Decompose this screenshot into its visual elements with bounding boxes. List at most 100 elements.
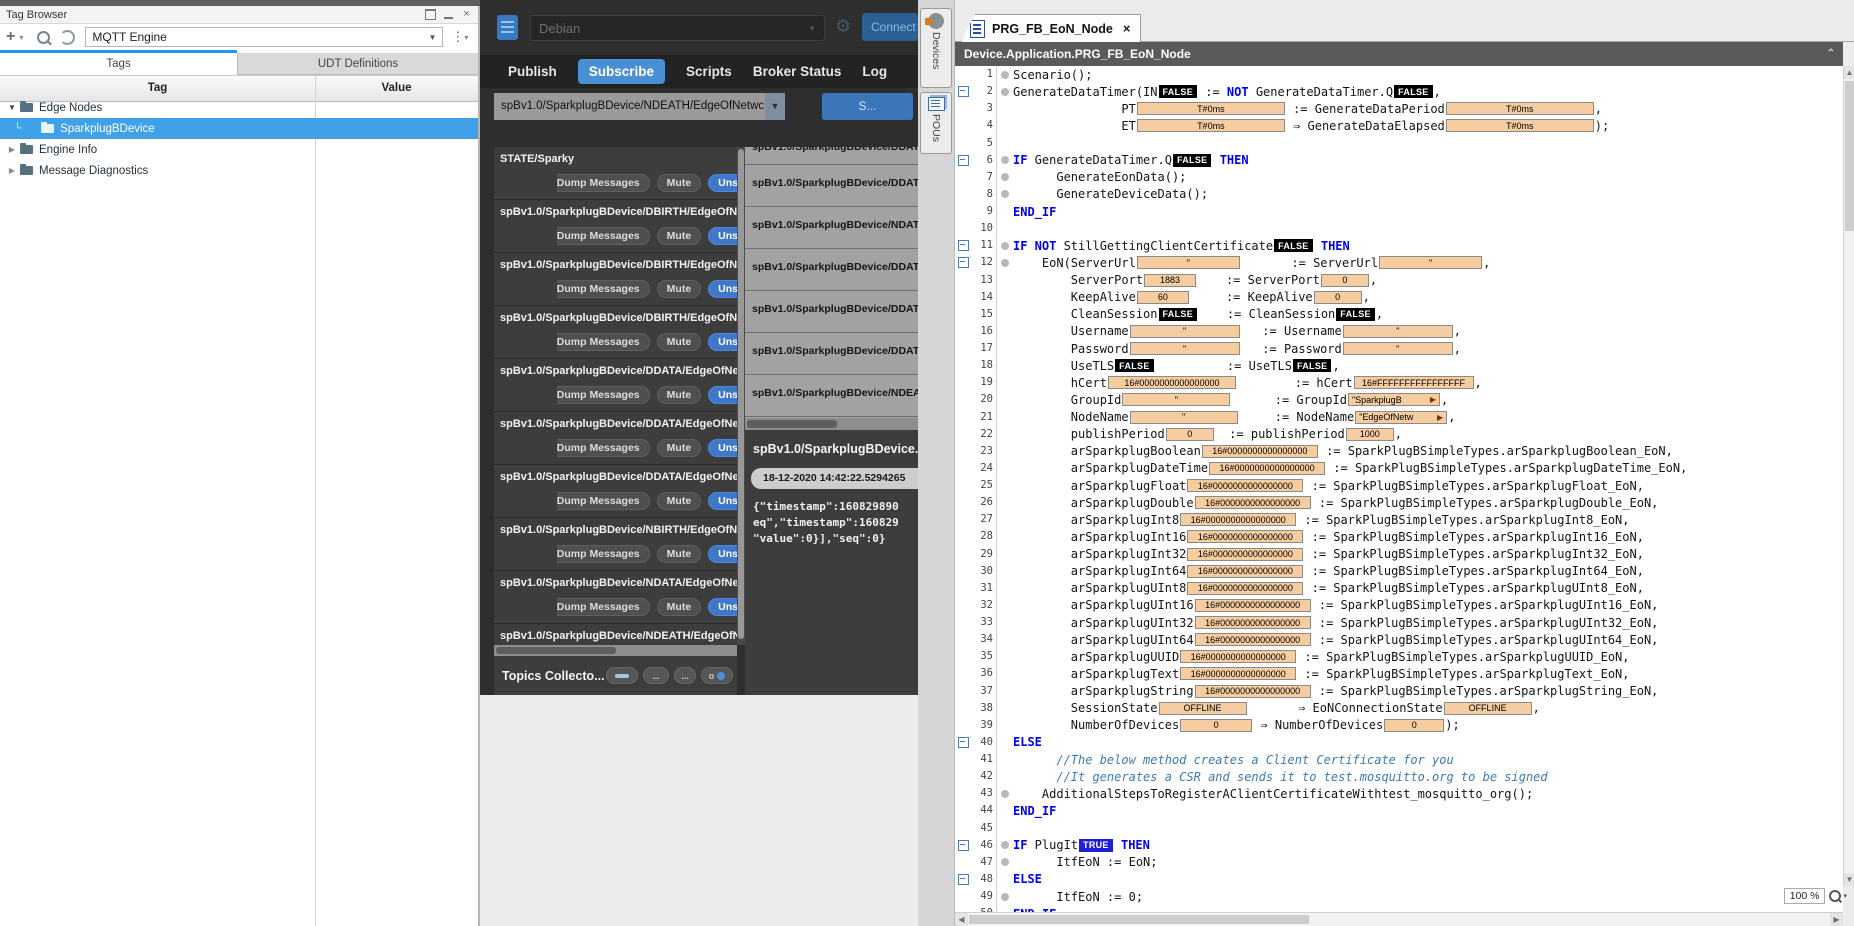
mute-button[interactable]: Mute xyxy=(657,280,702,298)
code-line[interactable]: 28 arSparkplugInt1616#0000000000000000 :… xyxy=(955,528,1843,545)
side-tab-devices[interactable]: Devices xyxy=(920,8,952,88)
unsubscribe-button[interactable]: Uns xyxy=(708,492,737,510)
gear-icon[interactable]: ⚙ xyxy=(835,16,851,37)
mute-button[interactable]: Mute xyxy=(657,333,702,351)
breakpoint-column[interactable] xyxy=(997,841,1013,849)
mute-button[interactable]: Mute xyxy=(657,492,702,510)
code-line[interactable]: 23 arSparkplugBoolean16#0000000000000000… xyxy=(955,443,1843,460)
close-icon[interactable]: × xyxy=(461,9,472,20)
unsubscribe-button[interactable]: Uns xyxy=(708,545,737,563)
code-line[interactable]: 46IF PlugItTRUE THEN xyxy=(955,837,1843,854)
message-row[interactable]: spBv1.0/SparkplugBDevice/DDAT xyxy=(745,165,918,207)
message-list-scrollbar[interactable] xyxy=(745,418,918,430)
code-line[interactable]: 43 AdditionalStepsToRegisterAClientCerti… xyxy=(955,785,1843,802)
tab-tags[interactable]: Tags xyxy=(0,53,237,75)
breakpoint-column[interactable] xyxy=(997,242,1013,250)
fold-collapse-icon[interactable] xyxy=(958,737,969,748)
subscription-row[interactable]: spBv1.0/SparkplugBDevice/DBIRTH/EdgeOfNe… xyxy=(494,306,737,359)
minimize-icon[interactable] xyxy=(444,17,453,19)
collector-toggle-button[interactable]: o xyxy=(701,667,733,684)
code-line[interactable]: 30 arSparkplugInt6416#0000000000000000 :… xyxy=(955,563,1843,580)
fold-collapse-icon[interactable] xyxy=(958,86,969,97)
unsubscribe-button[interactable]: Uns xyxy=(708,174,737,192)
scroll-up-icon[interactable]: ▲ xyxy=(1844,66,1854,79)
code-line[interactable]: 40ELSE xyxy=(955,734,1843,751)
mqtt-tab-scripts[interactable]: Scripts xyxy=(686,64,732,79)
breakpoint-column[interactable] xyxy=(997,173,1013,181)
collapse-arrow-icon[interactable]: ▶ xyxy=(6,145,18,154)
collapse-arrow-icon[interactable]: ▶ xyxy=(6,166,18,175)
editor-horizontal-scrollbar[interactable]: ◀ ▶ xyxy=(955,912,1843,926)
code-line[interactable]: 41 //The below method creates a Client C… xyxy=(955,751,1843,768)
monitor-value-expandable[interactable]: "SparkplugB▶ xyxy=(1348,393,1440,406)
code-line[interactable]: 31 arSparkplugUInt816#0000000000000000 :… xyxy=(955,580,1843,597)
code-line[interactable]: 4 ETT#0ms ⇒ GenerateDataElapsedT#0ms); xyxy=(955,117,1843,134)
connection-profile-combo[interactable]: Debian ▼ xyxy=(530,15,825,41)
code-line[interactable]: 48ELSE xyxy=(955,871,1843,888)
code-line[interactable]: 10 xyxy=(955,220,1843,237)
code-line[interactable]: 39 NumberOfDevices0 ⇒ NumberOfDevices0); xyxy=(955,717,1843,734)
subscription-row[interactable]: spBv1.0/SparkplugBDevice/DBIRTH/EdgeOfNe… xyxy=(494,200,737,253)
code-line[interactable]: 13 ServerPort1883 := ServerPort0, xyxy=(955,272,1843,289)
subscription-row[interactable]: spBv1.0/SparkplugBDevice/NDATA/EdgeOfNet… xyxy=(494,571,737,624)
unsubscribe-button[interactable]: Uns xyxy=(708,439,737,457)
mute-button[interactable]: Mute xyxy=(657,598,702,616)
breakpoint-column[interactable] xyxy=(997,790,1013,798)
code-line[interactable]: 24 arSparkplugDateTime16#000000000000000… xyxy=(955,460,1843,477)
unsubscribe-button[interactable]: Uns xyxy=(708,386,737,404)
code-line[interactable]: 50END_IF xyxy=(955,905,1843,912)
unsubscribe-button[interactable]: Uns xyxy=(708,280,737,298)
dump-messages-button[interactable]: Dump Messages xyxy=(557,598,650,616)
subscription-row[interactable]: spBv1.0/SparkplugBDevice/DDATA/EdgeOfNet… xyxy=(494,465,737,518)
monitor-value-expandable[interactable]: "EdgeOfNetw▶ xyxy=(1355,411,1447,424)
code-line[interactable]: 1Scenario(); xyxy=(955,66,1843,83)
mqtt-tab-subscribe[interactable]: Subscribe xyxy=(578,59,665,84)
editor-vertical-scrollbar[interactable]: ▲ ▼ xyxy=(1843,66,1854,886)
more-options-caret-icon[interactable]: ▾ xyxy=(464,33,468,42)
code-line[interactable]: 35 arSparkplugUUID16#0000000000000000 :=… xyxy=(955,648,1843,665)
dump-messages-button[interactable]: Dump Messages xyxy=(557,545,650,563)
code-line[interactable]: 44END_IF xyxy=(955,802,1843,819)
fold-collapse-icon[interactable] xyxy=(958,240,969,251)
zoom-caret-icon[interactable]: ▾ xyxy=(1843,892,1847,900)
fold-collapse-icon[interactable] xyxy=(958,840,969,851)
message-row[interactable]: spBv1.0/SparkplugBDevice/DDAT xyxy=(745,333,918,375)
mqtt-tab-broker-status[interactable]: Broker Status xyxy=(753,64,842,79)
collector-more-button[interactable]: ... xyxy=(643,667,669,684)
mute-button[interactable]: Mute xyxy=(657,386,702,404)
zoom-magnifier-icon[interactable] xyxy=(1829,890,1841,902)
subscription-row[interactable]: spBv1.0/SparkplugBDevice/DDATA/EdgeOfNet… xyxy=(494,359,737,412)
add-tag-caret-icon[interactable]: ▾ xyxy=(19,33,23,42)
tag-provider-combo[interactable]: MQTT Engine ▼ xyxy=(85,27,443,47)
code-line[interactable]: 17 Password" := Password", xyxy=(955,340,1843,357)
subscription-row[interactable]: spBv1.0/SparkplugBDevice/NDEATH/EdgeOfNe… xyxy=(494,624,737,645)
code-line[interactable]: 32 arSparkplugUInt1616#0000000000000000 … xyxy=(955,597,1843,614)
code-line[interactable]: 20 GroupId" := GroupId"SparkplugB▶, xyxy=(955,391,1843,408)
message-row[interactable]: spBv1.0/SparkplugBDevice/DDAT xyxy=(745,249,918,291)
code-area[interactable]: 1Scenario();2GenerateDataTimer(INFALSE :… xyxy=(955,66,1843,912)
unsubscribe-button[interactable]: Uns xyxy=(708,227,737,245)
subscription-row[interactable]: spBv1.0/SparkplugBDevice/NBIRTH/EdgeOfNe… xyxy=(494,518,737,571)
scroll-down-icon[interactable]: ▼ xyxy=(1844,873,1854,886)
subscription-row[interactable]: spBv1.0/SparkplugBDevice/DBIRTH/EdgeOfNe… xyxy=(494,253,737,306)
scroll-left-icon[interactable]: ◀ xyxy=(955,913,968,926)
dump-messages-button[interactable]: Dump Messages xyxy=(557,280,650,298)
breakpoint-column[interactable] xyxy=(997,88,1013,96)
code-line[interactable]: 42 //It generates a CSR and sends it to … xyxy=(955,768,1843,785)
code-line[interactable]: 37 arSparkplugString16#0000000000000000 … xyxy=(955,683,1843,700)
dump-messages-button[interactable]: Dump Messages xyxy=(557,386,650,404)
topic-combo[interactable]: spBv1.0/SparkplugBDevice/NDEATH/EdgeOfNe… xyxy=(494,93,765,120)
code-line[interactable]: 49 ItfEoN := 0; xyxy=(955,888,1843,905)
code-line[interactable]: 7 GenerateEonData(); xyxy=(955,169,1843,186)
expand-arrow-icon[interactable]: ▼ xyxy=(6,103,18,112)
tree-row[interactable]: ▶Message Diagnostics xyxy=(0,160,478,181)
mute-button[interactable]: Mute xyxy=(657,227,702,245)
subscribe-button[interactable]: S... xyxy=(822,93,913,120)
fold-collapse-icon[interactable] xyxy=(958,155,969,166)
code-line[interactable]: 36 arSparkplugText16#0000000000000000 :=… xyxy=(955,665,1843,682)
code-line[interactable]: 3 PTT#0ms := GenerateDataPeriodT#0ms, xyxy=(955,100,1843,117)
code-line[interactable]: 25 arSparkplugFloat16#0000000000000000 :… xyxy=(955,477,1843,494)
code-line[interactable]: 14 KeepAlive60 := KeepAlive0, xyxy=(955,289,1843,306)
subscription-hscrollbar[interactable] xyxy=(494,645,737,656)
breakpoint-column[interactable] xyxy=(997,71,1013,79)
